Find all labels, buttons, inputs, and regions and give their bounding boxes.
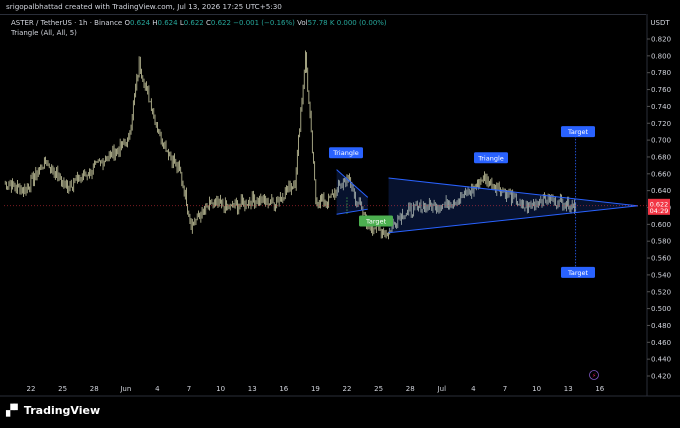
time-tick-label: 13 — [564, 385, 573, 393]
price-tick-label: 0.680 — [651, 153, 671, 161]
time-tick-label: Jun — [119, 385, 131, 393]
price-tick-label: 0.760 — [651, 86, 671, 94]
price-tick-label: 0.640 — [651, 187, 671, 195]
price-tick-label: 0.800 — [651, 52, 671, 60]
triangle-label-2: Triangle — [477, 154, 504, 162]
time-tick-label: 7 — [503, 385, 507, 393]
target-label-1: Target — [567, 128, 589, 136]
chart-frame: srigopalbhattad created with TradingView… — [0, 0, 680, 428]
target-label-2: Target — [567, 269, 589, 277]
price-tick-label: 0.520 — [651, 288, 671, 296]
time-tick-label: 16 — [279, 385, 288, 393]
logo-text: TradingView — [23, 404, 101, 417]
price-tick-label: 0.440 — [651, 356, 671, 364]
price-tick-label: 0.740 — [651, 103, 671, 111]
tradingview-logo: ▞▘ TradingView — [6, 404, 100, 417]
triangle-fill — [388, 178, 638, 233]
price-tick-label: 0.560 — [651, 255, 671, 263]
price-tick-label: 0.780 — [651, 69, 671, 77]
price-tick-label: 0.660 — [651, 170, 671, 178]
time-tick-label: 19 — [311, 385, 320, 393]
time-tick-label: 22 — [343, 385, 352, 393]
tradingview-logo-icon: ▞▘ — [6, 404, 22, 417]
time-tick-label: 25 — [58, 385, 67, 393]
time-tick-label: 10 — [216, 385, 225, 393]
lightning-icon: ⚡ — [592, 373, 596, 380]
time-tick-label: 4 — [471, 385, 476, 393]
price-tick-label: 0.820 — [651, 36, 671, 44]
time-tick-label: 16 — [595, 385, 604, 393]
chart-svg: USDT 0.820 0.800 0.780 0.760 0.740 0.720 0.700 0… — [0, 14, 680, 397]
time-tick-label: 28 — [406, 385, 415, 393]
price-tick-label: 0.720 — [651, 120, 671, 128]
price-tick-label: 0.600 — [651, 221, 671, 229]
time-tick-label: 13 — [248, 385, 257, 393]
price-tick-label: 0.460 — [651, 339, 671, 347]
price-tick-label: 0.500 — [651, 305, 671, 313]
price-tick-label: 0.540 — [651, 271, 671, 279]
currency-label: USDT — [650, 19, 670, 27]
triangle-fill — [336, 169, 368, 215]
time-tick-label: 10 — [532, 385, 541, 393]
target-label-3: Target — [365, 217, 387, 225]
price-tick-label: 0.580 — [651, 238, 671, 246]
time-tick-label: 4 — [155, 385, 160, 393]
time-tick-label: 7 — [187, 385, 191, 393]
price-tick-label: 0.700 — [651, 137, 671, 145]
triangle-label-1: Triangle — [332, 149, 359, 157]
time-tick-label: 25 — [374, 385, 383, 393]
price-tick-label: 0.420 — [651, 373, 671, 381]
time-tick-label: Jul — [437, 385, 447, 393]
time-tick-label: 22 — [27, 385, 36, 393]
time-tick-label: 28 — [90, 385, 99, 393]
price-tick-label: 0.480 — [651, 322, 671, 330]
countdown-value: 04:29 — [650, 207, 669, 215]
